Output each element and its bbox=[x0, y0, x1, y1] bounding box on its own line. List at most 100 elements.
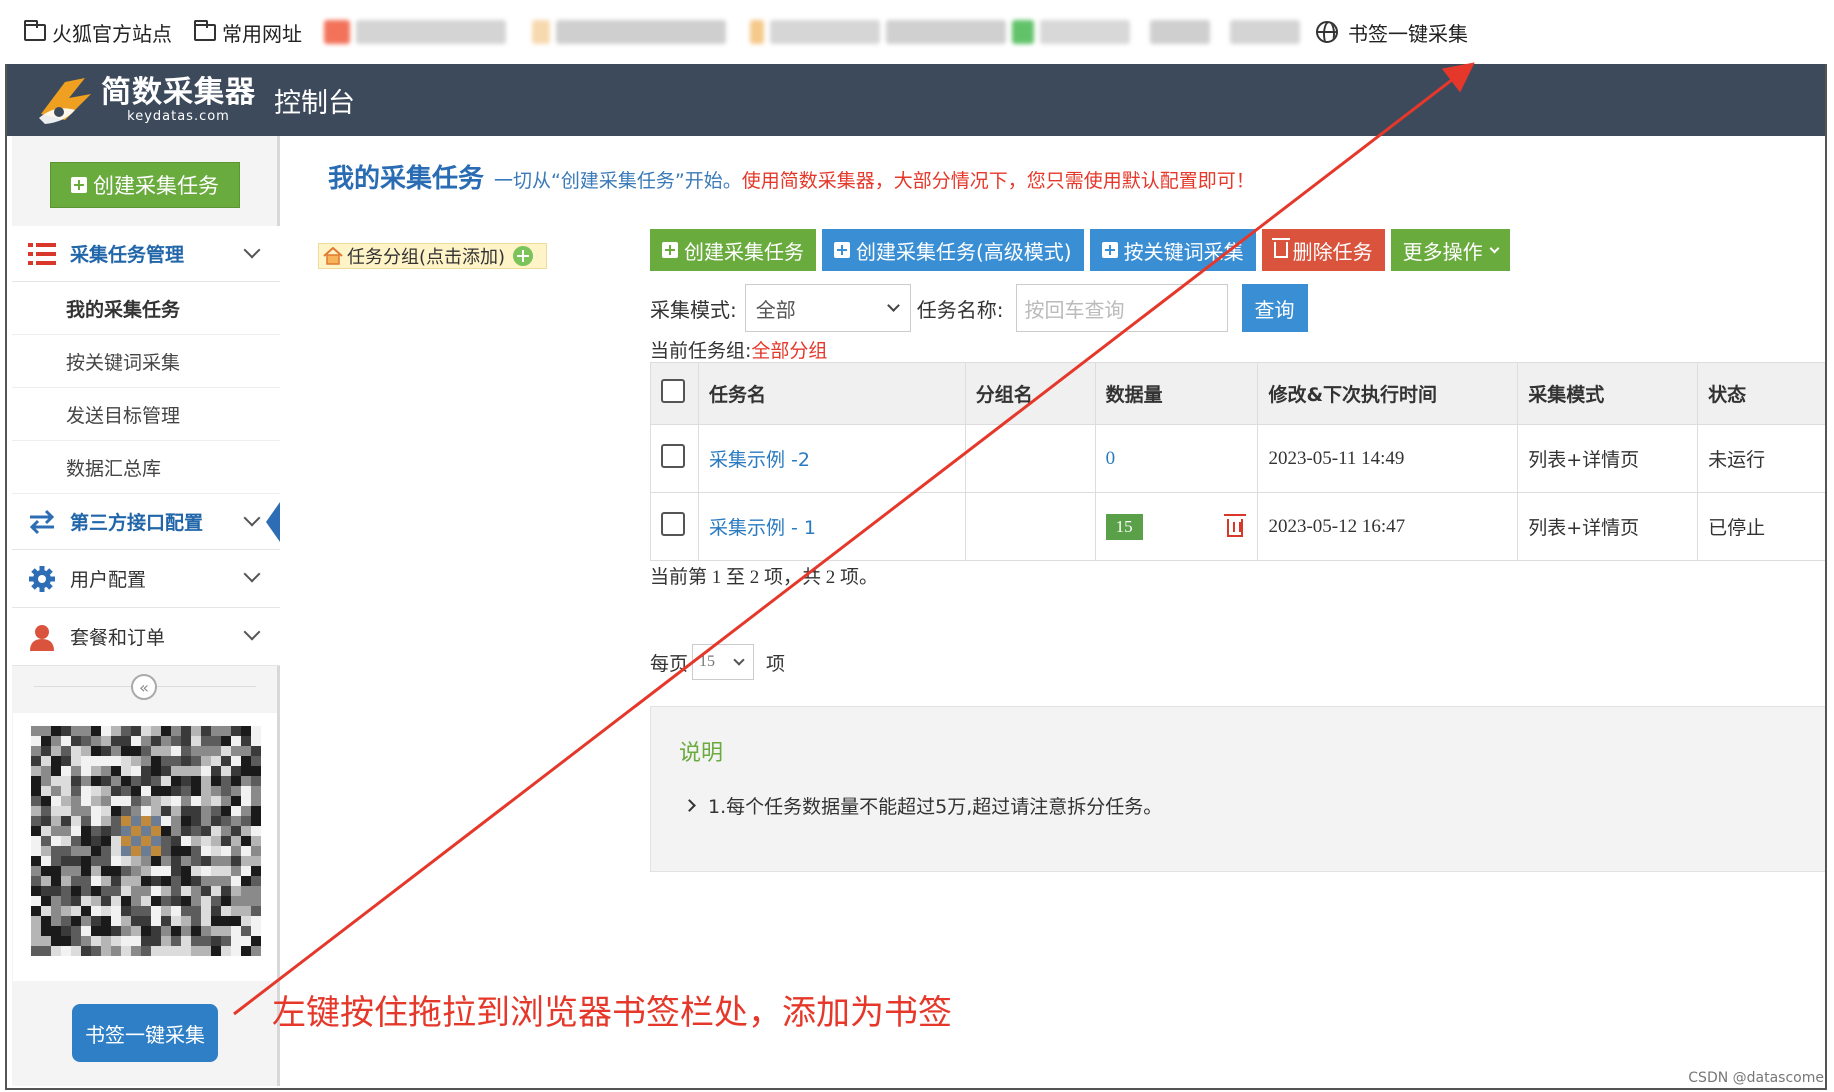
logo-subtitle: keydatas.com bbox=[127, 109, 230, 124]
logo[interactable]: 简数采集器 keydatas.com bbox=[35, 74, 256, 126]
bookmarklet-button[interactable]: 书签一键采集 bbox=[72, 1004, 218, 1062]
task-time-cell: 2023-05-11 14:49 bbox=[1257, 424, 1519, 493]
select-all-checkbox[interactable] bbox=[661, 379, 685, 403]
list-icon bbox=[28, 240, 56, 268]
table-row: 采集示例 - 1 15 2023-05-12 16:47 列表+详情页 已停止 bbox=[650, 492, 1826, 561]
sidebar-item-send-targets[interactable]: 发送目标管理 bbox=[12, 388, 280, 441]
chevron-down-icon bbox=[243, 623, 261, 641]
sidebar-group-label: 用户配置 bbox=[70, 569, 147, 591]
create-task-button[interactable]: 创建采集任务 bbox=[650, 229, 816, 271]
logo-title: 简数采集器 bbox=[101, 75, 256, 110]
task-name-link[interactable]: 采集示例 - 1 bbox=[709, 517, 816, 539]
sidebar-group-label: 第三方接口配置 bbox=[70, 512, 204, 534]
sidebar-item-data-library[interactable]: 数据汇总库 bbox=[12, 441, 280, 494]
sidebar-group-task-management[interactable]: 采集任务管理 bbox=[12, 226, 280, 282]
data-count-link[interactable]: 0 bbox=[1106, 448, 1116, 469]
bookmarklet-item[interactable]: 书签一键采集 bbox=[1316, 18, 1468, 47]
task-time-cell: 2023-05-12 16:47 bbox=[1257, 492, 1519, 561]
page-title: 我的采集任务 bbox=[328, 164, 485, 194]
task-status-cell: 已停止 bbox=[1697, 492, 1826, 561]
mode-select[interactable]: 全部 bbox=[744, 284, 911, 332]
task-group-cell bbox=[964, 424, 1096, 493]
column-header[interactable]: 修改&下次执行时间 bbox=[1257, 362, 1519, 425]
task-group-label: 任务分组(点击添加) bbox=[347, 247, 506, 268]
sidebar-item-my-tasks[interactable]: 我的采集任务 bbox=[12, 282, 280, 335]
chevron-right-icon bbox=[683, 799, 696, 812]
pager-info: 当前第 1 至 2 项，共 2 项。 bbox=[650, 567, 879, 588]
watermark: CSDN @datascome bbox=[1688, 1070, 1824, 1086]
row-checkbox[interactable] bbox=[661, 511, 685, 536]
user-icon bbox=[30, 624, 54, 651]
exchange-icon bbox=[29, 509, 55, 534]
create-task-advanced-button[interactable]: 创建采集任务(高级模式) bbox=[822, 229, 1084, 271]
task-group-cell bbox=[964, 492, 1096, 561]
filter-row: 采集模式: 全部 任务名称: 按回车查询 查询 bbox=[650, 284, 1308, 332]
per-page-label: 每页 bbox=[650, 652, 689, 675]
chevron-down-icon bbox=[733, 654, 745, 666]
create-task-button[interactable]: 创建采集任务 bbox=[50, 162, 240, 208]
create-task-label: 创建采集任务 bbox=[93, 174, 219, 198]
keyword-collect-button[interactable]: 按关键词采集 bbox=[1089, 229, 1256, 271]
qr-code-image bbox=[31, 726, 261, 956]
annotation-text: 左键按住拖拉到浏览器书签栏处，添加为书签 bbox=[272, 993, 952, 1033]
blurred-bookmarks bbox=[324, 18, 1306, 46]
chevron-down-icon bbox=[1489, 243, 1500, 253]
qr-code-panel bbox=[13, 713, 277, 981]
more-actions-button[interactable]: 更多操作 bbox=[1390, 229, 1510, 271]
task-table: 任务名 分组名 数据量 修改&下次执行时间 采集模式 状态 采集示例 -2 0 … bbox=[650, 362, 1826, 561]
sidebar-item-keyword-collect[interactable]: 按关键词采集 bbox=[12, 335, 280, 388]
current-group: 当前任务组:全部分组 bbox=[650, 340, 828, 362]
sidebar-group-third-party[interactable]: 第三方接口配置 bbox=[12, 494, 280, 550]
column-header[interactable]: 状态 bbox=[1697, 362, 1826, 425]
sidebar-group-label: 采集任务管理 bbox=[70, 244, 185, 266]
active-marker bbox=[266, 502, 280, 542]
plus-icon bbox=[71, 177, 87, 193]
delete-task-button[interactable]: 删除任务 bbox=[1261, 229, 1385, 271]
task-toolbar: 创建采集任务 创建采集任务(高级模式) 按关键词采集 删除任务 更多操作 bbox=[650, 229, 1516, 271]
current-group-value[interactable]: 全部分组 bbox=[751, 340, 827, 362]
bookmark-folder-firefox[interactable]: 火狐官方站点 bbox=[24, 18, 172, 47]
plus-icon bbox=[1101, 242, 1118, 258]
chevron-down-icon bbox=[243, 241, 261, 259]
trash-icon[interactable] bbox=[1224, 514, 1247, 537]
column-header[interactable]: 数据量 bbox=[1094, 362, 1259, 425]
task-group-add[interactable]: 任务分组(点击添加) bbox=[318, 243, 547, 269]
bookmarks-bar: 火狐官方站点 常用网址 书签一键采集 bbox=[0, 0, 1834, 64]
column-header[interactable]: 任务名 bbox=[697, 362, 966, 425]
task-mode-cell: 列表+详情页 bbox=[1517, 492, 1699, 561]
select-all-cell bbox=[650, 362, 699, 425]
task-name-link[interactable]: 采集示例 -2 bbox=[709, 449, 810, 471]
plus-circle-icon bbox=[513, 246, 534, 266]
logo-mark-icon bbox=[39, 78, 91, 124]
chevron-down-icon bbox=[886, 299, 900, 312]
query-button[interactable]: 查询 bbox=[1241, 284, 1308, 332]
data-count-badge[interactable]: 15 bbox=[1105, 513, 1143, 540]
gear-icon bbox=[29, 565, 55, 592]
chevron-down-icon bbox=[243, 509, 261, 527]
per-page-control: 每页 15 项 bbox=[650, 644, 785, 680]
note-panel: 说明 1.每个任务数据量不能超过5万,超过请注意拆分任务。 bbox=[650, 706, 1826, 872]
mode-label: 采集模式: bbox=[650, 297, 737, 322]
task-name-input[interactable]: 按回车查询 bbox=[1015, 284, 1228, 332]
column-header[interactable]: 采集模式 bbox=[1517, 362, 1699, 425]
bookmark-folder-common[interactable]: 常用网址 bbox=[194, 18, 302, 47]
column-header[interactable]: 分组名 bbox=[964, 362, 1096, 425]
sidebar: 创建采集任务 采集任务管理 我的采集任务 按关键词采集 发送目标管理 数据汇总库… bbox=[12, 136, 280, 1086]
name-label: 任务名称: bbox=[916, 297, 1004, 322]
trash-icon bbox=[1271, 238, 1290, 258]
sidebar-group-plans-orders[interactable]: 套餐和订单 bbox=[12, 608, 280, 666]
per-page-select[interactable]: 15 bbox=[692, 644, 755, 680]
folder-icon bbox=[24, 19, 46, 41]
bookmarklet-label: 书签一键采集 bbox=[1348, 21, 1468, 46]
task-name-placeholder: 按回车查询 bbox=[1024, 297, 1125, 322]
note-title: 说明 bbox=[679, 741, 724, 766]
row-checkbox[interactable] bbox=[661, 443, 685, 468]
collapse-sidebar-icon[interactable]: « bbox=[131, 674, 157, 700]
page-desc-highlight: 使用简数采集器，大部分情况下，您只需使用默认配置即可！ bbox=[741, 170, 1255, 192]
note-item: 1.每个任务数据量不能超过5万,超过请注意拆分任务。 bbox=[683, 792, 1162, 819]
folder-icon bbox=[194, 19, 216, 41]
task-status-cell: 未运行 bbox=[1697, 424, 1826, 493]
plus-icon bbox=[834, 242, 850, 258]
task-mode-cell: 列表+详情页 bbox=[1517, 424, 1699, 493]
sidebar-group-user-config[interactable]: 用户配置 bbox=[12, 550, 280, 608]
